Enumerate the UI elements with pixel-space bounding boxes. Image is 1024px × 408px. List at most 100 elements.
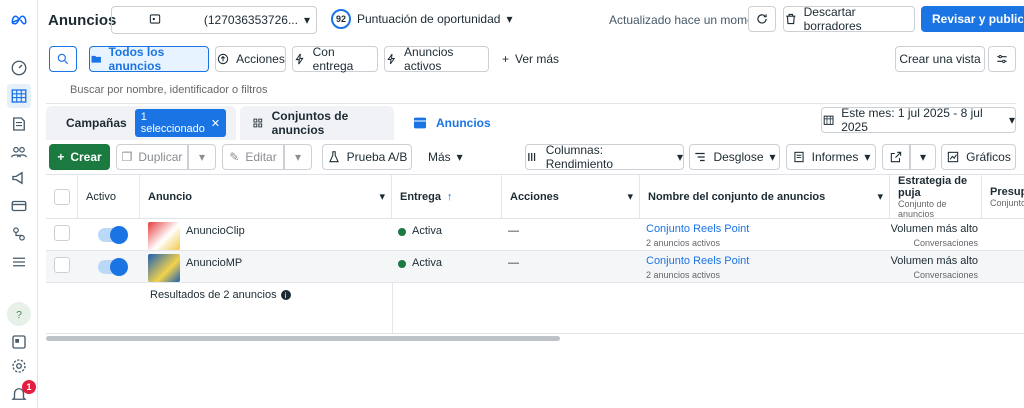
select-all-checkbox[interactable] <box>54 188 70 205</box>
header-budget[interactable]: Presup Conjunto <box>982 175 1024 219</box>
table-row[interactable]: AnuncioClip Activa — Conjunto Reels Poin… <box>46 219 1024 251</box>
tab-campaigns[interactable]: Campañas 1 seleccionado ✕ <box>46 106 236 140</box>
dashboard-gauge-icon[interactable] <box>7 56 31 80</box>
row-checkbox[interactable] <box>54 225 70 241</box>
edit-dropdown[interactable]: ▾ <box>284 144 312 170</box>
tab-adsets-label: Conjuntos de anuncios <box>271 109 349 137</box>
search-toggle-button[interactable] <box>49 46 77 72</box>
breakdown-icon <box>695 152 706 162</box>
adset-link[interactable]: Conjunto Reels Point <box>646 223 749 235</box>
review-publish-button[interactable]: Revisar y publicar (5 <box>921 6 1024 32</box>
tab-ads[interactable]: Anuncios <box>400 106 550 140</box>
header-adset-name-label: Nombre del conjunto de anuncios <box>648 190 826 203</box>
create-button[interactable]: + Crear <box>49 144 110 170</box>
reports-button[interactable]: Informes ▾ <box>786 144 876 170</box>
close-icon[interactable]: ✕ <box>211 117 220 130</box>
review-publish-label: Revisar y publicar (5 <box>932 12 1024 26</box>
header-ad[interactable]: Anuncio ▾ <box>140 175 392 219</box>
actions-value: — <box>508 257 519 269</box>
duplicate-button[interactable]: ❐ Duplicar <box>116 144 188 170</box>
refresh-icon <box>757 14 767 24</box>
notification-count-badge: 1 <box>22 380 36 394</box>
columns-button[interactable]: Columnas: Rendimiento ▾ <box>525 143 684 171</box>
more-label: Más <box>428 150 451 164</box>
date-range-label: Este mes: 1 jul 2025 - 8 jul 2025 <box>841 106 983 134</box>
events-manager-icon[interactable] <box>7 222 31 246</box>
account-selector[interactable]: (127036353726... ▾ <box>111 6 317 34</box>
settings-gear-icon[interactable] <box>7 354 31 378</box>
filter-all-ads-label: Todos los anuncios <box>108 45 165 73</box>
date-range-picker[interactable]: Este mes: 1 jul 2025 - 8 jul 2025 ▾ <box>821 106 1016 134</box>
duplicate-dropdown[interactable]: ▾ <box>188 144 216 170</box>
menu-hamburger-icon[interactable] <box>7 250 31 274</box>
filter-with-delivery[interactable]: Con entrega <box>292 45 378 73</box>
status-dot <box>398 228 406 236</box>
tab-adsets[interactable]: Conjuntos de anuncios <box>240 106 394 140</box>
table-row[interactable]: AnuncioMP Activa — Conjunto Reels Point … <box>46 251 1024 283</box>
header-actions[interactable]: Acciones ▾ <box>502 175 640 219</box>
active-toggle[interactable] <box>98 226 128 244</box>
billing-card-icon[interactable] <box>7 194 31 218</box>
score-label: Puntuación de oportunidad <box>357 12 501 26</box>
tab-campaigns-label: Campañas <box>66 116 127 130</box>
active-toggle[interactable] <box>98 258 128 276</box>
export-dropdown[interactable]: ▾ <box>910 144 936 170</box>
grid-icon <box>253 118 263 128</box>
flask-icon <box>328 151 339 163</box>
search-icon <box>57 53 69 65</box>
chevron-down-icon: ▾ <box>1008 113 1015 127</box>
filter-settings-button[interactable] <box>988 46 1016 72</box>
selected-chip[interactable]: 1 seleccionado ✕ <box>134 109 227 137</box>
search-placeholder: Buscar por nombre, identificador o filtr… <box>70 83 268 96</box>
header-bid-strategy[interactable]: Estrategia de puja Conjunto de anuncios <box>890 175 982 219</box>
header-delivery[interactable]: Entrega ↑ <box>392 175 502 219</box>
header-adset-name[interactable]: Nombre del conjunto de anuncios ▾ <box>640 175 890 219</box>
filter-active-ads-label: Anuncios activos <box>404 45 454 73</box>
reports-label: Informes <box>811 150 859 164</box>
info-icon[interactable]: i <box>280 290 291 300</box>
opportunity-score[interactable]: 92 Puntuación de oportunidad ▾ <box>331 9 512 29</box>
more-menu[interactable]: Más ▾ <box>428 150 463 164</box>
see-more-link[interactable]: + Ver más <box>502 52 559 66</box>
header-ad-label: Anuncio <box>148 190 192 203</box>
meta-logo-icon[interactable] <box>7 8 31 32</box>
folder-icon <box>91 55 101 63</box>
chevron-down-icon: ▾ <box>864 150 871 164</box>
filter-actions[interactable]: Acciones <box>215 46 286 72</box>
filter-active-ads[interactable]: Anuncios activos <box>384 45 489 73</box>
duplicate-label: Duplicar <box>138 150 183 164</box>
ad-thumbnail <box>148 254 180 282</box>
horizontal-scrollbar[interactable] <box>46 336 560 341</box>
edit-button[interactable]: ✎ Editar <box>222 144 284 170</box>
header-budget-label: Presup <box>990 185 1024 198</box>
columns-label: Columnas: Rendimiento <box>545 143 614 171</box>
search-input[interactable]: Buscar por nombre, identificador o filtr… <box>46 76 1016 104</box>
account-icon <box>118 12 161 29</box>
ad-name: AnuncioMP <box>186 257 243 269</box>
ab-test-button[interactable]: Prueba A/B <box>322 144 412 170</box>
table-footer-line <box>46 333 1024 334</box>
delivery-status: Activa <box>412 225 442 237</box>
row-checkbox[interactable] <box>54 257 70 273</box>
discard-drafts-button[interactable]: Descartar borradores <box>783 5 915 33</box>
export-button[interactable] <box>882 144 910 170</box>
charts-button[interactable]: Gráficos <box>941 144 1016 170</box>
adset-link[interactable]: Conjunto Reels Point <box>646 255 749 267</box>
help-question-icon[interactable]: ? <box>7 302 31 326</box>
discard-drafts-label: Descartar borradores <box>803 5 862 33</box>
trash-icon <box>786 13 796 25</box>
refresh-button[interactable] <box>748 6 776 32</box>
news-feed-icon[interactable] <box>7 330 31 354</box>
header-active[interactable]: Activo <box>78 175 140 219</box>
chevron-down-icon: ▾ <box>769 150 776 164</box>
header-bid-strategy-label: Estrategia de puja <box>898 174 968 199</box>
pencil-icon: ✎ <box>229 150 240 164</box>
audiences-people-icon[interactable] <box>7 140 31 164</box>
create-view-button[interactable]: Crear una vista <box>895 46 985 72</box>
pages-book-icon[interactable] <box>7 112 31 136</box>
ad-square-icon <box>414 117 426 129</box>
megaphone-icon[interactable] <box>7 166 31 190</box>
breakdown-button[interactable]: Desglose ▾ <box>689 144 780 170</box>
ads-manager-table-icon[interactable] <box>7 84 31 108</box>
filter-all-ads[interactable]: Todos los anuncios <box>89 45 209 73</box>
